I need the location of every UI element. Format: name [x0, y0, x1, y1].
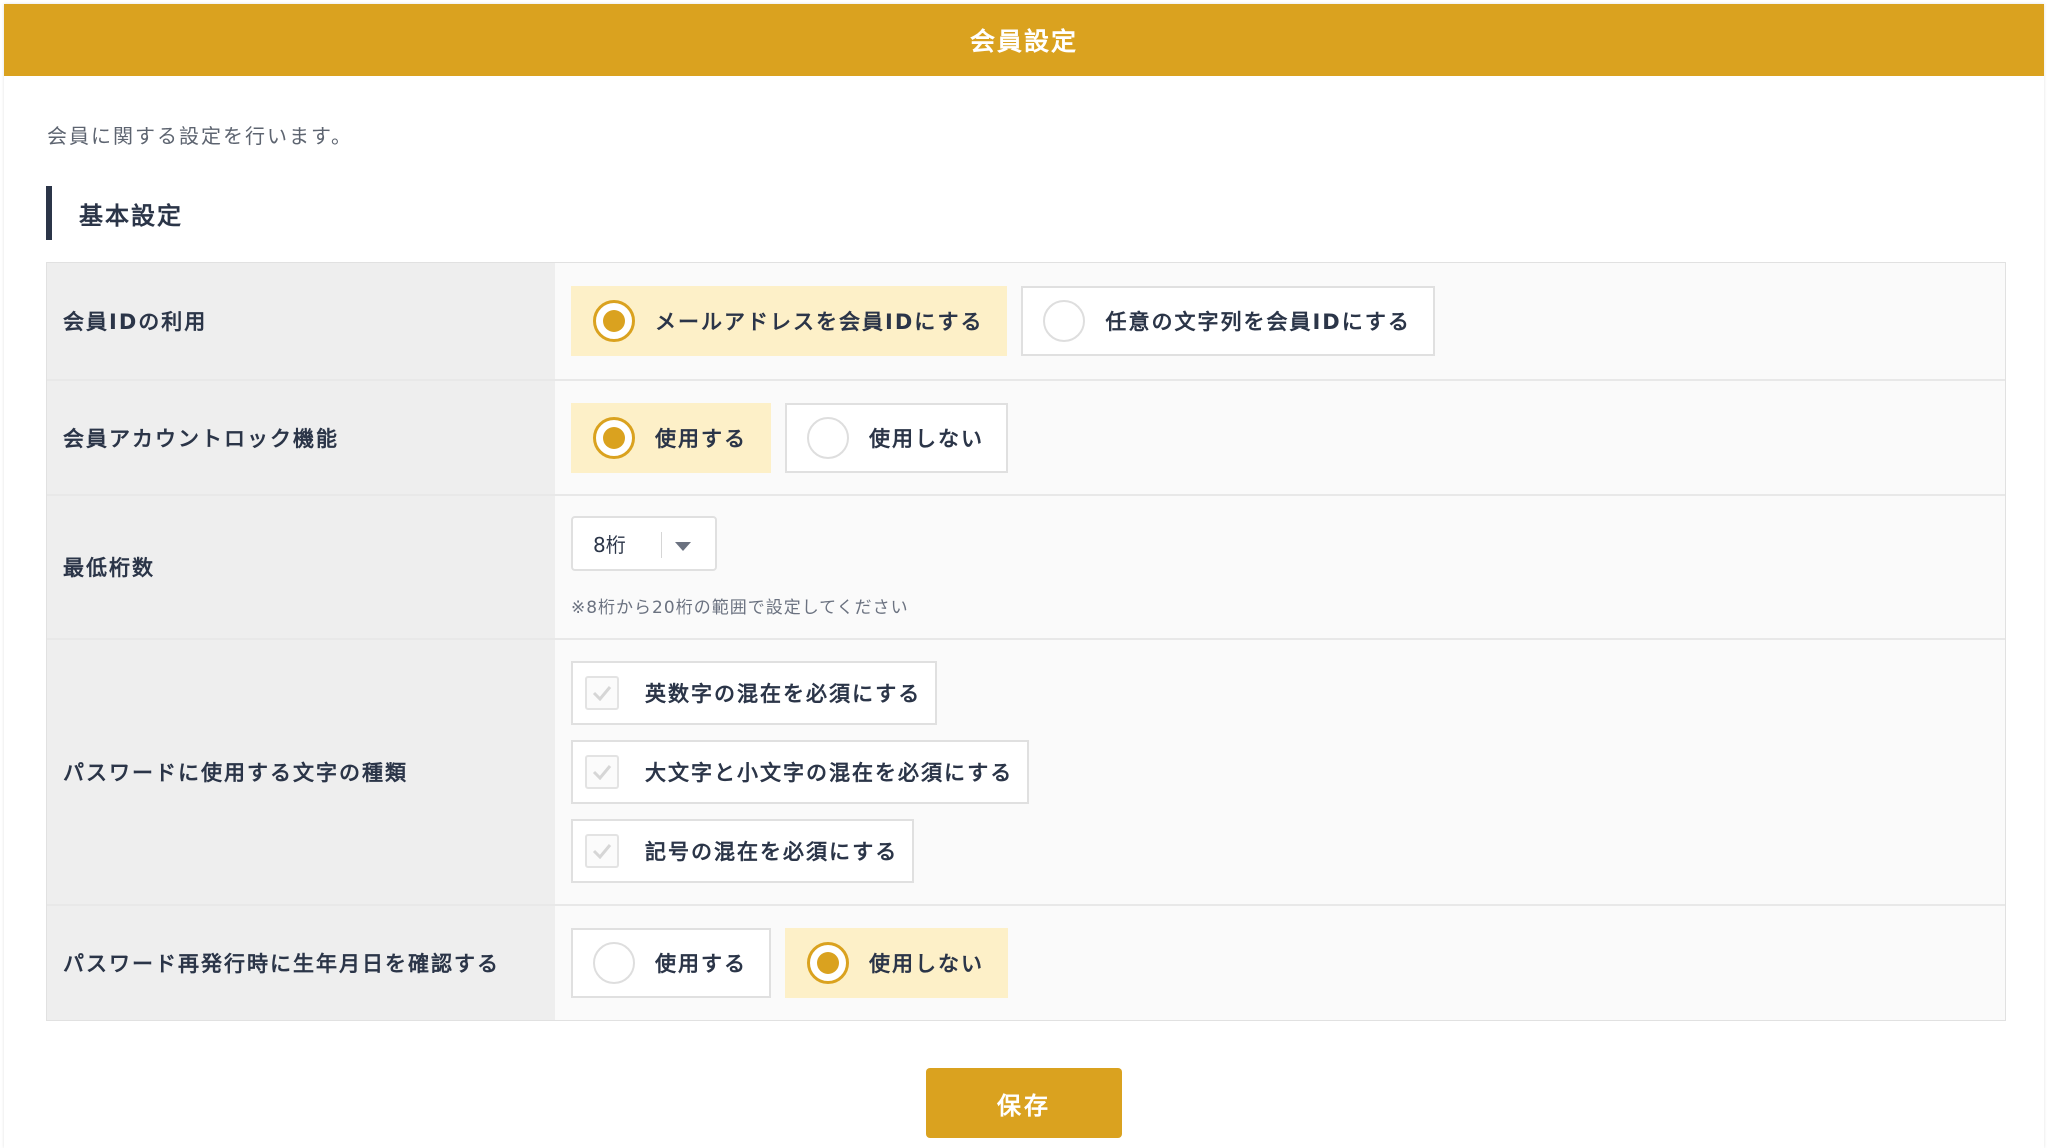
row-min-digits: 最低桁数 8桁 ※8桁から20桁の範囲で設定してください	[47, 496, 2005, 640]
section-title: 基本設定	[46, 186, 183, 240]
min-digits-note: ※8桁から20桁の範囲で設定してください	[571, 598, 909, 618]
row-birth-confirm: パスワード再発行時に生年月日を確認する 使用する 使用しない	[47, 906, 2005, 1020]
page-title: 会員設定	[969, 27, 1078, 56]
account-lock-nouse-option[interactable]: 使用しない	[785, 402, 1008, 473]
row-label: パスワード再発行時に生年月日を確認する	[47, 906, 555, 1020]
save-button[interactable]: 保存	[926, 1068, 1122, 1138]
min-digits-content: 8桁 ※8桁から20桁の範囲で設定してください	[555, 496, 2005, 638]
radio-unselected-icon[interactable]	[593, 942, 635, 984]
option-label: 使用する	[655, 952, 747, 976]
checkbox-symbol[interactable]: 記号の混在を必須にする	[571, 819, 915, 883]
member-id-string-option[interactable]: 任意の文字列を会員IDにする	[1021, 286, 1435, 356]
checkbox-label: 英数字の混在を必須にする	[645, 682, 922, 706]
checkbox-label: 記号の混在を必須にする	[645, 840, 899, 864]
option-label: メールアドレスを会員IDにする	[655, 310, 984, 334]
option-label: 使用しない	[869, 952, 984, 976]
birth-confirm-nouse-option[interactable]: 使用しない	[785, 928, 1008, 998]
page-header: 会員設定	[4, 4, 2044, 76]
member-id-options: メールアドレスを会員IDにする 任意の文字列を会員IDにする	[555, 263, 2005, 379]
row-account-lock: 会員アカウントロック機能 使用する 使用しない	[47, 381, 2005, 496]
radio-selected-icon[interactable]	[593, 416, 635, 459]
option-label: 使用しない	[869, 426, 984, 451]
row-member-id: 会員IDの利用 メールアドレスを会員IDにする 任意の文字列を会員IDにする	[47, 263, 2005, 381]
select-value: 8桁	[593, 533, 626, 557]
checkbox-label: 大文字と小文字の混在を必須にする	[645, 761, 1014, 785]
row-label: 最低桁数	[47, 496, 555, 638]
option-label: 使用する	[655, 426, 747, 451]
birth-confirm-use-option[interactable]: 使用する	[571, 928, 771, 998]
checkbox-case[interactable]: 大文字と小文字の混在を必須にする	[571, 740, 1030, 804]
settings-table: 会員IDの利用 メールアドレスを会員IDにする 任意の文字列を会員IDにする 会…	[46, 262, 2006, 1021]
check-icon[interactable]	[585, 755, 619, 789]
select-divider	[661, 532, 662, 558]
member-settings-panel: 会員設定 会員に関する設定を行います。 基本設定 会員IDの利用 メールアドレス…	[4, 4, 2044, 1148]
radio-unselected-icon[interactable]	[1043, 300, 1086, 342]
account-lock-options: 使用する 使用しない	[555, 381, 2005, 494]
save-button-label: 保存	[997, 1091, 1051, 1120]
checkbox-alnum[interactable]: 英数字の混在を必須にする	[571, 661, 938, 725]
section-title-label: 基本設定	[79, 201, 183, 230]
check-icon[interactable]	[585, 676, 619, 710]
row-label: パスワードに使用する文字の種類	[47, 640, 555, 904]
row-label: 会員アカウントロック機能	[47, 381, 555, 494]
check-icon[interactable]	[585, 834, 619, 868]
radio-selected-icon[interactable]	[807, 942, 849, 984]
radio-unselected-icon[interactable]	[807, 416, 849, 459]
password-chars-options: 英数字の混在を必須にする 大文字と小文字の混在を必須にする 記号の混在を必須にす…	[555, 640, 2005, 904]
member-id-email-option[interactable]: メールアドレスを会員IDにする	[571, 286, 1008, 356]
radio-selected-icon[interactable]	[593, 300, 635, 342]
option-label: 任意の文字列を会員IDにする	[1105, 310, 1411, 334]
row-label: 会員IDの利用	[47, 263, 555, 379]
row-password-chars: パスワードに使用する文字の種類 英数字の混在を必須にする 大文字と小文字の混在を…	[47, 640, 2005, 906]
intro-text: 会員に関する設定を行います。	[47, 124, 353, 148]
min-digits-select[interactable]: 8桁	[571, 516, 717, 571]
birth-confirm-options: 使用する 使用しない	[555, 906, 2005, 1020]
chevron-down-icon[interactable]	[675, 542, 691, 551]
account-lock-use-option[interactable]: 使用する	[571, 402, 771, 473]
